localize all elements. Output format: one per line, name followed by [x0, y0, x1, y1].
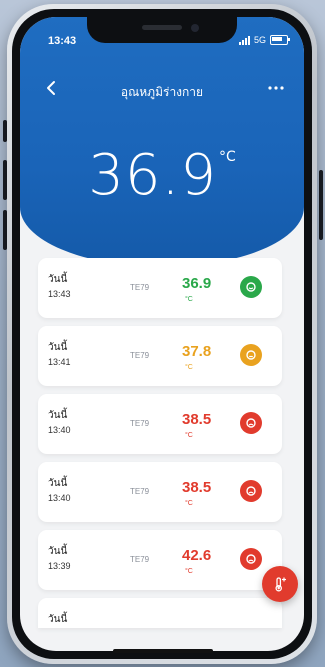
reading-value: 38.5 — [182, 411, 212, 428]
signal-icon — [238, 35, 250, 45]
status-fever-icon — [240, 412, 262, 434]
status-fever-icon — [240, 548, 262, 570]
reading-card[interactable]: วันนี้ 13:43 TE79 36.9 °C — [38, 258, 282, 318]
reading-list: วันนี้ 13:43 TE79 36.9 °C วันนี้ 13:41 T… — [38, 258, 282, 636]
reading-device: TE79 — [130, 555, 150, 564]
reading-day: วันนี้ — [48, 546, 68, 557]
reading-time: 13:41 — [48, 357, 71, 367]
status-indicators: 5G — [238, 35, 290, 45]
home-indicator — [112, 649, 213, 653]
power-button — [319, 170, 323, 240]
reading-device: TE79 — [130, 419, 150, 428]
reading-unit: °C — [185, 432, 193, 439]
current-temperature-unit: °C — [218, 149, 236, 165]
reading-value: 37.8 — [182, 343, 212, 360]
reading-day: วันนี้ — [48, 274, 68, 285]
current-temperature-value: 36.9 — [88, 143, 217, 208]
reading-unit: °C — [185, 364, 193, 371]
reading-time: 13:40 — [48, 493, 71, 503]
reading-device: TE79 — [130, 487, 150, 496]
status-fever-icon — [240, 480, 262, 502]
network-label: 5G — [253, 35, 266, 45]
reading-card[interactable]: วันนี้ 13:40 TE79 38.5 °C — [38, 394, 282, 454]
battery-icon — [270, 35, 290, 45]
reading-day: วันนี้ — [48, 478, 68, 489]
reading-card[interactable]: วันนี้ 13:41 TE79 37.8 °C — [38, 326, 282, 386]
reading-value: 38.5 — [182, 479, 212, 496]
speaker — [142, 25, 182, 30]
page-title: อุณหภูมิร่างกาย — [120, 85, 204, 99]
reading-day: วันนี้ — [48, 410, 68, 421]
more-horizontal-icon — [268, 86, 284, 90]
front-camera — [191, 24, 199, 32]
reading-value: 36.9 — [182, 275, 212, 292]
reading-card[interactable]: วันนี้ 13:40 TE79 38.5 °C — [38, 462, 282, 522]
notch — [87, 17, 237, 43]
reading-unit: °C — [185, 296, 193, 303]
reading-time: 13:39 — [48, 561, 71, 571]
status-warning-icon — [240, 344, 262, 366]
reading-unit: °C — [185, 500, 193, 507]
reading-day: วันนี้ — [48, 614, 68, 625]
header-panel — [20, 17, 304, 267]
reading-value: 42.6 — [182, 547, 212, 564]
reading-card[interactable]: วันนี้ 13:39 TE79 42.6 °C — [38, 530, 282, 590]
more-button[interactable] — [268, 79, 284, 95]
reading-time: 13:43 — [48, 289, 71, 299]
reading-card[interactable]: วันนี้ — [38, 598, 282, 628]
reading-device: TE79 — [130, 283, 150, 292]
add-thermometer-icon — [275, 577, 286, 592]
current-temperature: 36.9 °C — [20, 143, 304, 208]
reading-day: วันนี้ — [48, 342, 68, 353]
reading-device: TE79 — [130, 351, 150, 360]
add-reading-button[interactable] — [262, 566, 298, 602]
reading-unit: °C — [185, 568, 193, 575]
reading-time: 13:40 — [48, 425, 71, 435]
status-normal-icon — [240, 276, 262, 298]
status-time: 13:43 — [48, 35, 77, 47]
